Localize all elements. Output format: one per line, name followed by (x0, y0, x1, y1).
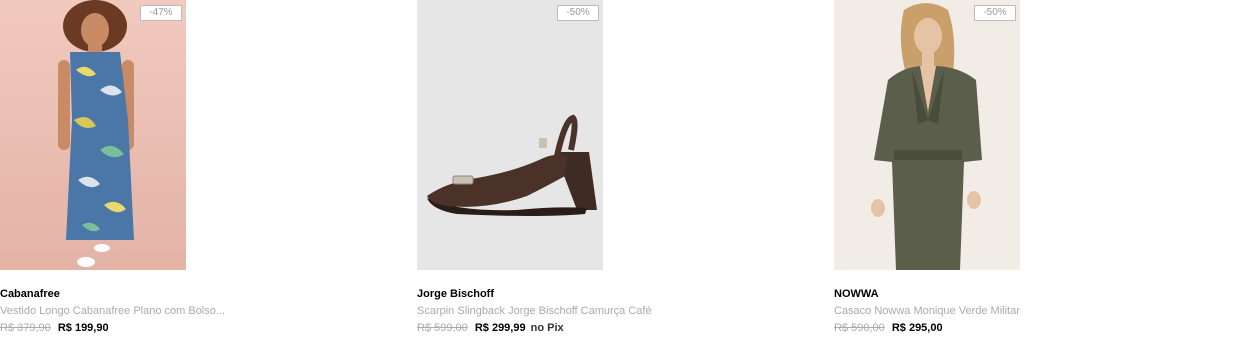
discount-badge: -50% (557, 5, 599, 21)
old-price: R$ 599,00 (417, 322, 468, 334)
product-image[interactable]: -50% (834, 0, 1020, 270)
product-brand[interactable]: Jorge Bischoff (417, 288, 494, 300)
discount-badge: -47% (140, 5, 182, 21)
shoe-photo (417, 0, 603, 270)
price-row: R$ 590,00 R$ 295,00 (834, 322, 943, 334)
product-image[interactable]: -47% (0, 0, 186, 270)
discount-badge: -50% (974, 5, 1016, 21)
current-price: R$ 295,00 (891, 322, 943, 334)
product-card[interactable]: -47% Cabanafree Vestido Longo Cabanafree… (0, 0, 225, 334)
product-title[interactable]: Casaco Nowwa Monique Verde Militar (834, 305, 1020, 317)
old-price: R$ 590,00 (834, 322, 885, 334)
old-price: R$ 379,90 (0, 322, 51, 334)
pix-label: no Pix (530, 322, 564, 334)
product-card[interactable]: -50% NOWWA Casaco Nowwa Monique Verde Mi… (834, 0, 1054, 334)
current-price: R$ 199,90 (57, 322, 109, 334)
coat-photo (834, 0, 1020, 270)
dress-photo (0, 0, 186, 270)
price-row: R$ 379,90 R$ 199,90 (0, 322, 109, 334)
product-brand[interactable]: NOWWA (834, 288, 879, 300)
product-grid: -47% Cabanafree Vestido Longo Cabanafree… (0, 0, 1250, 348)
product-brand[interactable]: Cabanafree (0, 288, 60, 300)
product-title[interactable]: Vestido Longo Cabanafree Plano com Bolso… (0, 305, 225, 317)
current-price: R$ 299,99 (474, 322, 526, 334)
product-card[interactable]: -50% Jorge Bischoff Scarpin Slingback Jo… (417, 0, 652, 334)
price-row: R$ 599,00 R$ 299,99 no Pix (417, 322, 564, 334)
product-title[interactable]: Scarpin Slingback Jorge Bischoff Camurça… (417, 305, 652, 317)
product-image[interactable]: -50% (417, 0, 603, 270)
